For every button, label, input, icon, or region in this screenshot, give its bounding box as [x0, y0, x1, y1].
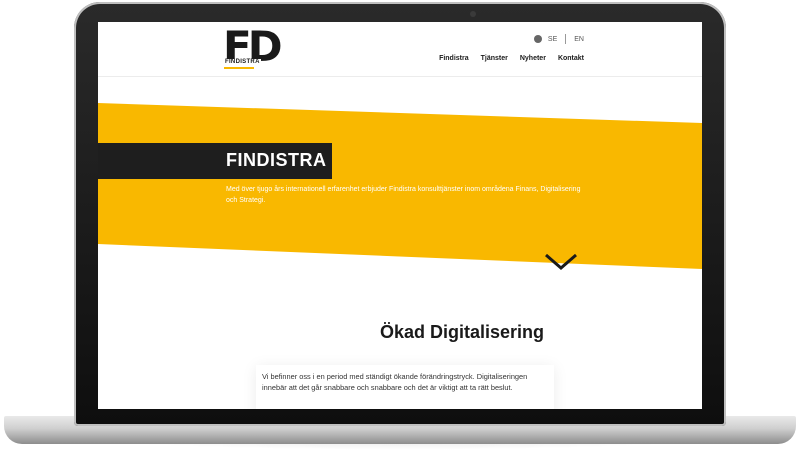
findistra-logo[interactable]: FD FINDISTRA — [223, 23, 289, 71]
section-title: Ökad Digitalisering — [380, 322, 545, 342]
nav-item-findistra[interactable]: Findistra — [439, 55, 469, 62]
camera-icon — [470, 11, 476, 17]
hero-description: Med över tjugo års internationell erfare… — [226, 186, 581, 204]
lang-divider — [565, 34, 567, 44]
logo-accent-bar — [224, 67, 254, 69]
site-header: FD FINDISTRA SE EN Findistra Tjänster Ny… — [98, 22, 702, 77]
nav-item-tjanster[interactable]: Tjänster — [481, 55, 508, 62]
main-nav: Findistra Tjänster Nyheter Kontakt — [439, 55, 584, 62]
intro-card-text: Vi befinner oss i en period med ständigt… — [262, 372, 528, 392]
logo-wordmark: FINDISTRA — [224, 59, 261, 65]
intro-card: Vi befinner oss i en period med ständigt… — [256, 365, 554, 409]
hero-title: FINDISTRA — [226, 150, 327, 170]
globe-icon — [533, 35, 542, 43]
nav-item-kontakt[interactable]: Kontakt — [558, 55, 584, 62]
hero-banner: FINDISTRA Med över tjugo års internation… — [98, 77, 702, 287]
hero-yellow-band — [98, 103, 702, 269]
lang-se-link[interactable]: SE — [548, 36, 557, 43]
chevron-down-icon[interactable] — [544, 252, 578, 272]
website-screen: FD FINDISTRA SE EN Findistra Tjänster Ny… — [98, 22, 702, 409]
language-switcher: SE EN — [533, 34, 584, 44]
nav-item-nyheter[interactable]: Nyheter — [520, 55, 546, 62]
lang-en-link[interactable]: EN — [574, 36, 584, 43]
